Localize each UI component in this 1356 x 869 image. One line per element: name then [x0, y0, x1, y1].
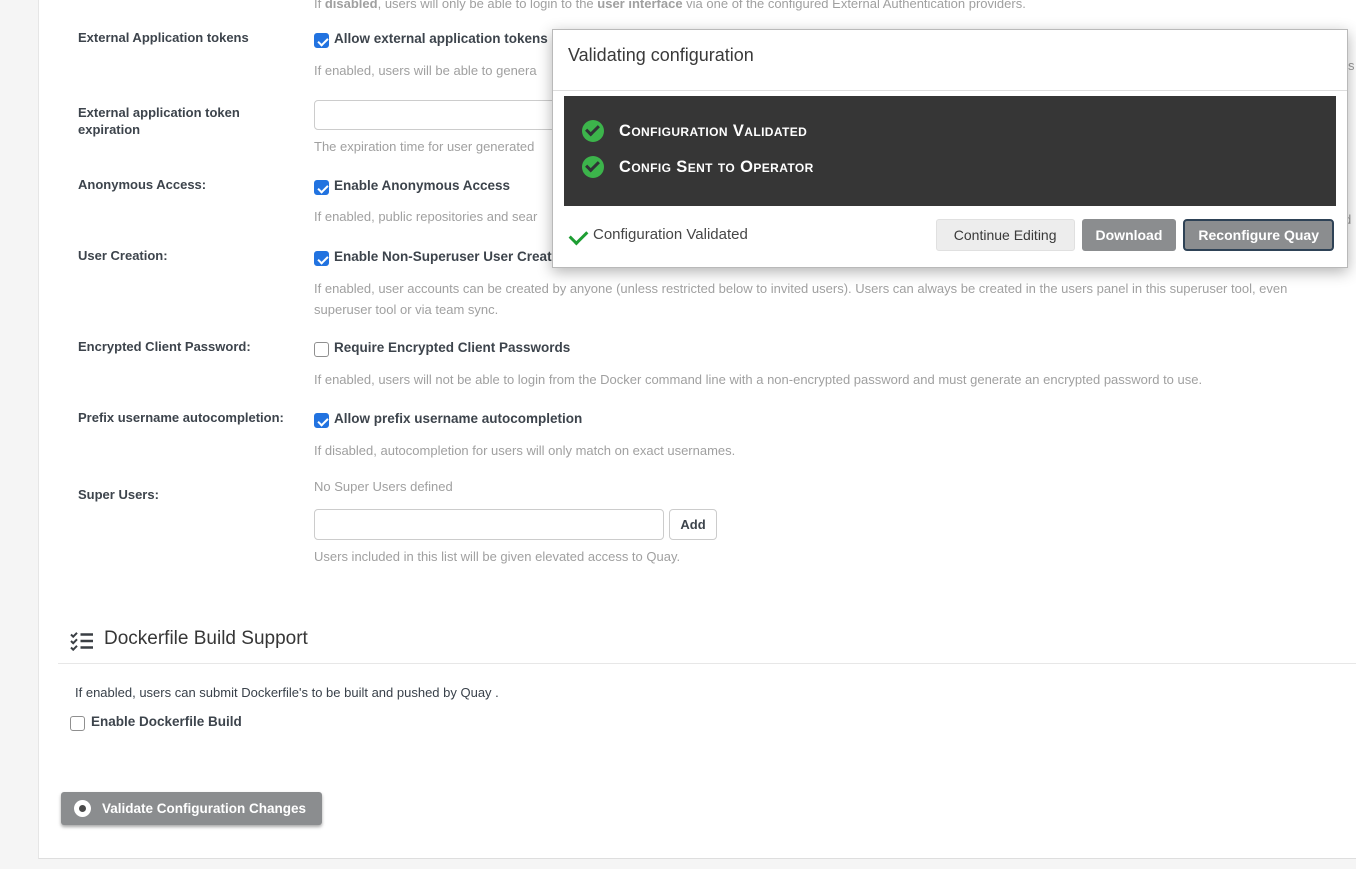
checkbox-allow-external-application-tokens[interactable] [314, 33, 329, 48]
label-external-application-tokens: External Application tokens [78, 29, 249, 46]
reconfigure-quay-button[interactable]: Reconfigure Quay [1183, 219, 1334, 251]
checkbox-require-encrypted-client-passwords[interactable] [314, 342, 329, 357]
status-row-configuration-validated: Configuration Validated [582, 120, 807, 142]
modal-title-divider [553, 90, 1347, 91]
label-user-creation: User Creation: [78, 247, 168, 264]
validation-status-panel: Configuration Validated Config Sent to O… [564, 96, 1336, 206]
help-super-users: Users included in this list will be give… [314, 549, 680, 564]
status-label: Config Sent to Operator [619, 158, 814, 177]
help-token-expiration: The expiration time for user generated [314, 139, 534, 154]
checkbox-label-allow-prefix-username-autocompletion: Allow prefix username autocompletion [334, 411, 582, 426]
checkbox-allow-prefix-username-autocompletion[interactable] [314, 413, 329, 428]
modal-footer-status: Configuration Validated [593, 226, 748, 243]
green-check-circle-icon [582, 156, 604, 178]
checkbox-enable-dockerfile-build[interactable] [70, 716, 85, 731]
checkbox-label-allow-external-application-tokens: Allow external application tokens [334, 31, 548, 46]
status-label: Configuration Validated [619, 122, 807, 141]
clipped-text-fragment-top: s [1348, 58, 1355, 73]
status-row-config-sent-to-operator: Config Sent to Operator [582, 156, 814, 178]
green-check-icon [569, 226, 589, 246]
external-auth-note: If disabled, users will only be able to … [314, 0, 1026, 11]
help-user-creation-line2: superuser tool or via team sync. [314, 302, 498, 317]
validating-configuration-modal: Validating configuration Configuration V… [552, 29, 1348, 268]
label-super-users: Super Users: [78, 486, 159, 503]
add-super-user-button[interactable]: Add [669, 509, 717, 540]
super-users-empty-note: No Super Users defined [314, 479, 453, 494]
continue-editing-button[interactable]: Continue Editing [936, 219, 1075, 251]
checkbox-label-enable-anonymous-access: Enable Anonymous Access [334, 178, 510, 193]
section-title-dockerfile-build-support: Dockerfile Build Support [104, 628, 308, 650]
help-prefix-username-autocompletion: If disabled, autocompletion for users wi… [314, 443, 735, 458]
download-button[interactable]: Download [1082, 219, 1177, 251]
quay-config-page: If disabled, users will only be able to … [0, 0, 1356, 869]
help-anonymous-access: If enabled, public repositories and sear [314, 209, 537, 224]
label-encrypted-client-password: Encrypted Client Password: [78, 338, 251, 355]
label-anonymous-access: Anonymous Access: [78, 176, 206, 193]
validate-button-label: Validate Configuration Changes [102, 801, 306, 816]
validate-configuration-changes-button[interactable]: Validate Configuration Changes [61, 792, 322, 825]
label-token-expiration: External application token expiration [78, 104, 273, 138]
section-divider [58, 663, 1356, 664]
help-external-application-tokens: If enabled, users will be able to genera [314, 63, 537, 78]
checkbox-enable-nonsuperuser-user-creation[interactable] [314, 251, 329, 266]
checkbox-label-require-encrypted-client-passwords: Require Encrypted Client Passwords [334, 340, 570, 355]
help-user-creation-line1: If enabled, user accounts can be created… [314, 281, 1287, 296]
dockerfile-build-note: If enabled, users can submit Dockerfile'… [75, 685, 499, 700]
dot-circle-icon [74, 800, 91, 817]
help-encrypted-client-password: If enabled, users will not be able to lo… [314, 372, 1202, 387]
modal-title: Validating configuration [568, 45, 754, 66]
label-prefix-username-autocompletion: Prefix username autocompletion: [78, 409, 284, 426]
checkbox-enable-anonymous-access[interactable] [314, 180, 329, 195]
checkbox-label-enable-nonsuperuser-user-creation: Enable Non-Superuser User Creati [334, 249, 555, 264]
checkbox-label-enable-dockerfile-build: Enable Dockerfile Build [91, 714, 242, 729]
super-users-input[interactable] [314, 509, 664, 540]
modal-button-group: Continue Editing Download Reconfigure Qu… [936, 219, 1334, 251]
list-check-icon [70, 631, 94, 656]
green-check-circle-icon [582, 120, 604, 142]
